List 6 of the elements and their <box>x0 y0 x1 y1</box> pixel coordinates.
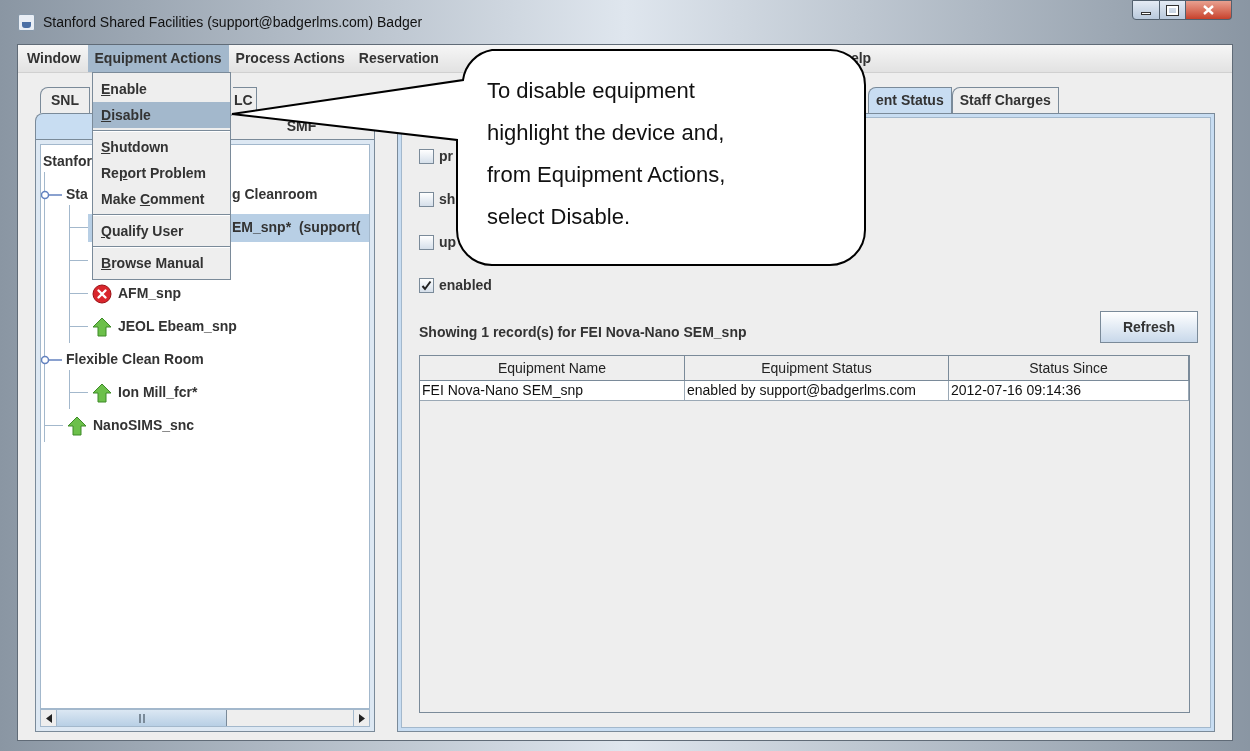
table-cell: enabled by support@badgerlms.com <box>685 381 949 400</box>
table-cell: 2012-07-16 09:14:36 <box>949 381 1189 400</box>
record-summary: Showing 1 record(s) for FEI Nova-Nano SEM_snp <box>419 323 747 342</box>
window-title: Stanford Shared Facilities (support@badgerlms.com) Badger <box>43 12 423 32</box>
callout-text: To disable equipment highlight the device and, from Equipment Actions, select Disable. <box>487 77 727 231</box>
table-cell: FEI Nova-Nano SEM_snp <box>420 381 685 400</box>
